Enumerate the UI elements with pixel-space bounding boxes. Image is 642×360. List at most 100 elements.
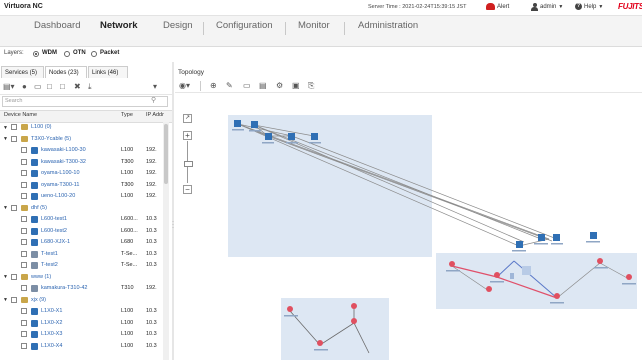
- device-name[interactable]: L1X0-X2: [41, 320, 62, 326]
- help-menu[interactable]: ? Help ▼: [575, 3, 603, 10]
- device-name[interactable]: L100 (0): [31, 124, 52, 130]
- row-checkbox[interactable]: [11, 273, 17, 280]
- expand-toggle-icon[interactable]: ▼: [3, 205, 8, 211]
- link-icon[interactable]: ▭: [243, 81, 251, 90]
- save-image-icon[interactable]: ▣: [292, 81, 300, 90]
- nav-configuration[interactable]: Configuration: [216, 20, 273, 31]
- search-icon[interactable]: ⚲: [151, 96, 156, 104]
- topology-node[interactable]: [265, 133, 272, 140]
- dropdown-caret-icon[interactable]: ▾: [153, 82, 157, 91]
- topology-node[interactable]: [317, 340, 323, 346]
- col-ip-address[interactable]: IP Addr: [146, 112, 164, 118]
- tab-services[interactable]: Services (5): [1, 66, 44, 78]
- topology-node[interactable]: [351, 303, 357, 309]
- topology-node[interactable]: [251, 121, 258, 128]
- row-checkbox[interactable]: [21, 308, 27, 314]
- folder-open-icon[interactable]: □: [60, 82, 65, 91]
- row-checkbox[interactable]: [21, 181, 27, 188]
- device-name[interactable]: ueno-L100-20: [41, 193, 75, 199]
- view-menu-icon[interactable]: ▤▾: [3, 82, 15, 91]
- row-checkbox[interactable]: [11, 124, 17, 130]
- device-name[interactable]: T-test1: [41, 251, 58, 257]
- nav-administration[interactable]: Administration: [358, 20, 418, 31]
- topology-node[interactable]: [486, 286, 492, 292]
- row-checkbox[interactable]: [21, 250, 27, 257]
- table-row[interactable]: L600-test1 L600... 10.3: [0, 214, 162, 226]
- device-name[interactable]: kawasaki-T300-32: [41, 159, 86, 165]
- table-row[interactable]: L1X0-X3 L100 10.3: [0, 329, 162, 341]
- nav-monitor[interactable]: Monitor: [298, 20, 330, 31]
- row-checkbox[interactable]: [11, 135, 17, 142]
- expand-toggle-icon[interactable]: ▼: [3, 125, 8, 131]
- table-row[interactable]: oyama-L100-10 L100 192.: [0, 168, 162, 180]
- nav-dashboard[interactable]: Dashboard: [34, 20, 80, 31]
- topology-node[interactable]: [288, 133, 295, 140]
- tab-links[interactable]: Links (46): [88, 66, 128, 78]
- topology-node[interactable]: [538, 234, 545, 241]
- row-checkbox[interactable]: [21, 170, 27, 176]
- tree-group-row[interactable]: ▼ xjx (9): [0, 295, 162, 307]
- row-checkbox[interactable]: [21, 331, 27, 337]
- search-input[interactable]: [2, 96, 168, 107]
- row-checkbox[interactable]: [21, 227, 27, 234]
- tab-nodes[interactable]: Nodes (23): [45, 66, 87, 78]
- layer-otn-radio[interactable]: [64, 51, 70, 57]
- topology-node[interactable]: [351, 318, 357, 324]
- device-name[interactable]: L600-test2: [41, 228, 67, 234]
- expand-toggle-icon[interactable]: ▼: [3, 297, 8, 303]
- topology-node[interactable]: [311, 133, 318, 140]
- layer-packet-label[interactable]: Packet: [100, 50, 119, 56]
- device-name[interactable]: L1X0-X3: [41, 331, 62, 337]
- tree-scroll-thumb[interactable]: [164, 124, 168, 184]
- tree-group-row[interactable]: ▼ T3X0-Ycable (5): [0, 134, 162, 146]
- row-checkbox[interactable]: [21, 285, 27, 291]
- edit-topology-icon[interactable]: ✎: [226, 81, 233, 90]
- device-name[interactable]: kawasaki-L100-30: [41, 147, 86, 153]
- device-name[interactable]: L1X0-X4: [41, 343, 62, 349]
- settings-topology-icon[interactable]: ⚙: [276, 81, 283, 90]
- topology-node[interactable]: [287, 306, 293, 312]
- layer-otn-label[interactable]: OTN: [73, 50, 86, 56]
- row-checkbox[interactable]: [21, 239, 27, 245]
- download-icon[interactable]: ⤓: [88, 82, 92, 92]
- row-checkbox[interactable]: [21, 319, 27, 326]
- device-name[interactable]: L680-XJX-1: [41, 239, 70, 245]
- table-row[interactable]: T-test1 T-Se... 10.3: [0, 249, 162, 261]
- expand-toggle-icon[interactable]: ▼: [3, 274, 8, 280]
- folder-icon[interactable]: □: [47, 82, 52, 91]
- topology-node[interactable]: [554, 293, 560, 299]
- alert-button[interactable]: Alert: [486, 3, 509, 10]
- device-name[interactable]: oyama-T300-11: [41, 182, 79, 188]
- print-icon[interactable]: ⎘: [308, 81, 314, 91]
- expand-toggle-icon[interactable]: ▼: [3, 136, 8, 142]
- topology-node[interactable]: [522, 266, 531, 275]
- device-name[interactable]: xjx (9): [31, 297, 46, 303]
- tree-group-row[interactable]: ▼ www (1): [0, 272, 162, 284]
- device-name[interactable]: kamakura-T310-42: [41, 285, 87, 291]
- row-checkbox[interactable]: [21, 216, 27, 222]
- table-row[interactable]: oyama-T300-11 T300 192.: [0, 180, 162, 192]
- tree-group-row[interactable]: ▼ L100 (0): [0, 122, 162, 134]
- view-eye-icon[interactable]: ◉▾: [179, 81, 190, 90]
- table-row[interactable]: L1X0-X2 L100 10.3: [0, 318, 162, 330]
- device-name[interactable]: oyama-L100-10: [41, 170, 80, 176]
- topology-node[interactable]: [234, 120, 241, 127]
- table-row[interactable]: T-test2 T-Se... 10.3: [0, 260, 162, 272]
- row-checkbox[interactable]: [21, 147, 27, 153]
- topology-node[interactable]: [516, 241, 523, 248]
- device-name[interactable]: T3X0-Ycable (5): [31, 136, 71, 142]
- row-checkbox[interactable]: [11, 296, 17, 303]
- topology-canvas[interactable]: [174, 93, 642, 360]
- topology-node[interactable]: [510, 273, 514, 279]
- row-checkbox[interactable]: [21, 262, 27, 268]
- topology-node[interactable]: [597, 258, 603, 264]
- nav-network[interactable]: Network: [100, 20, 137, 31]
- table-row[interactable]: ueno-L100-20 L100 192.: [0, 191, 162, 203]
- zoom-in-toolbar-icon[interactable]: ⊕: [210, 81, 217, 90]
- device-name[interactable]: T-test2: [41, 262, 58, 268]
- layout-icon[interactable]: ▤: [259, 81, 267, 90]
- table-row[interactable]: kawasaki-L100-30 L100 192.: [0, 145, 162, 157]
- tree-group-row[interactable]: ▼ dhf (5): [0, 203, 162, 215]
- topology-node[interactable]: [449, 261, 455, 267]
- row-checkbox[interactable]: [21, 193, 27, 199]
